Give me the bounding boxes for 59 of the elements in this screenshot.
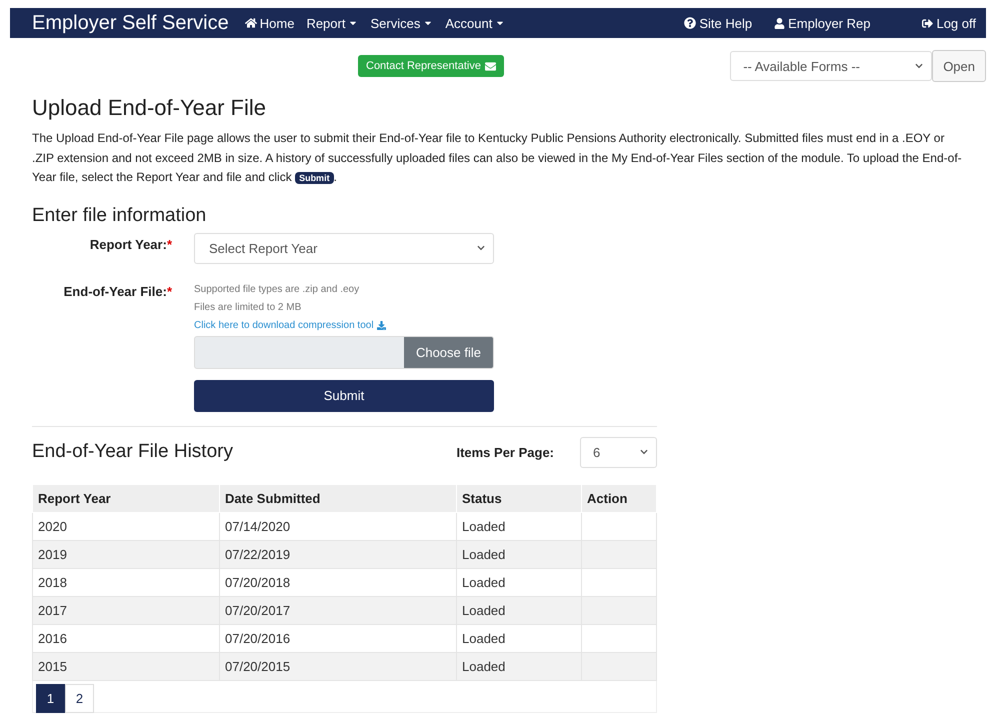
section-heading: End-of-Year File History xyxy=(32,441,233,463)
table-cell: Loaded xyxy=(456,512,582,540)
nav-link[interactable]: Services xyxy=(370,16,434,30)
field-label: End-of-Year File:* xyxy=(62,284,172,300)
nav-link[interactable]: Employer Rep xyxy=(774,16,870,30)
table-cell: 2018 xyxy=(32,568,220,596)
submit-badge: Submit xyxy=(295,172,334,184)
choose-file-button[interactable]: Choose file xyxy=(404,336,493,368)
chevron-down-icon xyxy=(640,448,648,456)
chevron-down-icon xyxy=(477,244,485,252)
nav-link[interactable]: Report xyxy=(306,16,358,30)
column-header: Report Year xyxy=(32,484,220,512)
chevron-down-icon xyxy=(915,62,924,70)
table-cell: 2020 xyxy=(32,512,220,540)
table-cell: 2015 xyxy=(32,652,220,680)
user-icon xyxy=(774,18,786,28)
table-cell: Loaded xyxy=(456,596,582,624)
table-cell: 2019 xyxy=(32,540,220,568)
nav-link[interactable]: Home xyxy=(244,16,294,30)
hint-text: Files are limited to 2 MB xyxy=(194,302,302,312)
intro-paragraph: The Upload End-of-Year File page allows the user to submit their End-of-Year file to Kentucky Public Pensions Authority electronically. Submitted files must end in a .EOY or .ZIP extension and not exceed 2MB in size. A history of successfully uploaded files can also be viewed in the My End-of-Year Files section of the module. To upload the End-of-Year file, select the Report Year and file and click Submit . xyxy=(32,130,963,186)
report-year-select[interactable]: Select Report Year xyxy=(194,232,494,264)
table-cell: Loaded xyxy=(456,568,582,596)
brand-title: Employer Self Service xyxy=(32,12,229,34)
section-heading: Enter file information xyxy=(32,204,208,226)
column-header: Action xyxy=(582,484,656,512)
envelope-icon xyxy=(484,60,496,72)
help-icon xyxy=(684,17,696,29)
log-off-icon xyxy=(922,18,934,28)
nav-link[interactable]: Account xyxy=(445,16,506,30)
items-per-page-select[interactable]: 6 xyxy=(580,436,657,468)
table-cell: 07/20/2018 xyxy=(220,568,456,596)
table-cell: Loaded xyxy=(456,652,582,680)
column-header: Date Submitted xyxy=(220,484,456,512)
submit-button[interactable]: Submit xyxy=(194,380,494,412)
table-cell: 2017 xyxy=(32,596,220,624)
download-icon xyxy=(376,320,386,330)
hint-text: Supported file types are .zip and .eoy xyxy=(194,284,360,294)
download-link[interactable]: Click here to download compression tool xyxy=(194,320,494,330)
open-button[interactable]: Open xyxy=(932,50,986,82)
home-icon xyxy=(244,17,257,29)
page-button[interactable]: 2 xyxy=(65,684,94,712)
file-input-field[interactable]: Choose file xyxy=(194,336,494,368)
table-cell: 07/20/2016 xyxy=(220,624,456,652)
table-cell: 07/20/2015 xyxy=(220,652,456,680)
table-cell: 07/20/2017 xyxy=(220,596,456,624)
nav-link[interactable]: Log off xyxy=(922,16,976,30)
table-cell: 2016 xyxy=(32,624,220,652)
nav-link[interactable]: Site Help xyxy=(684,16,752,30)
field-label: Report Year:* xyxy=(88,236,172,254)
page-button[interactable]: 1 xyxy=(36,684,65,712)
column-header: Status xyxy=(456,484,582,512)
table-cell: Loaded xyxy=(456,540,582,568)
table-cell: 07/22/2019 xyxy=(220,540,456,568)
forms-select[interactable]: -- Available Forms -- xyxy=(730,51,932,81)
table-cell: Loaded xyxy=(456,624,582,652)
page-title: Upload End-of-Year File xyxy=(32,95,267,121)
table-cell: 07/14/2020 xyxy=(220,512,456,540)
items-per-page-label: Items Per Page: xyxy=(456,444,554,460)
